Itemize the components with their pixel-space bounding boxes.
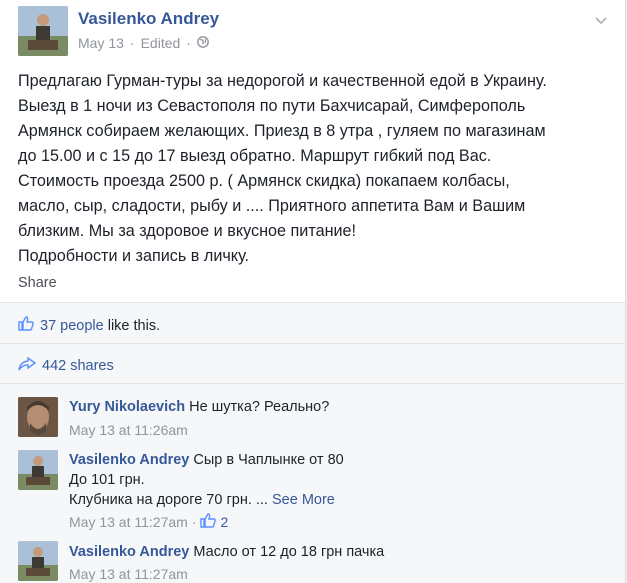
share-button[interactable]: Share — [18, 275, 57, 291]
feedback-panel — [0, 303, 625, 583]
comment-avatar[interactable] — [18, 450, 58, 490]
chevron-down-icon[interactable] — [595, 12, 607, 28]
share-arrow-icon — [18, 356, 37, 375]
comment-time[interactable]: May 13 at 11:27am — [69, 566, 188, 582]
author-avatar[interactable] — [18, 6, 68, 56]
comment-timestamp[interactable]: May 13 at 11:26am — [69, 422, 188, 438]
post-date[interactable]: May 13 — [78, 35, 124, 51]
comment-text: Vasilenko Andrey Масло от 12 до 18 грн п… — [69, 542, 384, 562]
meta-separator: · — [191, 514, 197, 530]
comment-time[interactable]: May 13 at 11:27am — [69, 514, 188, 530]
comment-author[interactable]: Vasilenko Andrey — [69, 544, 189, 560]
post-body: Предлагаю Гурман-туры за недорогой и кач… — [18, 69, 618, 269]
comment-body: Масло от 12 до 18 грн пачка — [193, 544, 385, 560]
likes-count-link[interactable]: 37 people — [40, 318, 104, 334]
post-author-name[interactable]: Vasilenko Andrey — [78, 9, 219, 29]
comment-body: До 101 грн. — [69, 472, 145, 488]
post-text-line: Выезд в 1 ночи из Севастополя по пути Ба… — [18, 97, 526, 115]
comment-body: Не шутка? Реально? — [189, 399, 330, 415]
see-more-link[interactable]: See More — [272, 492, 335, 508]
comment-timestamp[interactable]: May 13 at 11:27am — [69, 566, 188, 582]
comment-author[interactable]: Yury Nikolaevich — [69, 399, 185, 415]
comment-avatar[interactable] — [18, 541, 58, 581]
comment-body: Сыр в Чаплынке от 80 — [193, 452, 344, 468]
divider — [0, 383, 625, 384]
comment-like-icon[interactable] — [200, 513, 217, 531]
likes-suffix: like this. — [103, 317, 161, 334]
post-text-line: близким. Мы за здоровое и вкусное питани… — [18, 222, 357, 240]
thumbs-up-icon — [18, 316, 34, 335]
globe-icon[interactable] — [197, 35, 209, 51]
post-text-line: до 15.00 и с 15 до 17 выезд обратно. Мар… — [18, 147, 492, 165]
post-card: Vasilenko Andrey May 13 · Edited · Предл… — [0, 0, 626, 583]
post-text-line: Стоимость проезда 2500 р. ( Армянск скид… — [18, 172, 510, 190]
post-meta: May 13 · Edited · — [78, 35, 209, 51]
meta-separator-2: · — [186, 35, 191, 51]
post-text-line: Предлагаю Гурман-туры за недорогой и кач… — [18, 72, 547, 90]
post-text-line: Подробности и запись в личку. — [18, 247, 250, 265]
meta-separator: · — [129, 35, 135, 51]
shares-count[interactable]: 442 shares — [42, 358, 114, 374]
comment-text: Yury Nikolaevich Не шутка? Реально? — [69, 397, 329, 417]
comment-body: Клубника на дороге 70 грн. ... — [69, 492, 268, 508]
comment-text: Vasilenko Andrey Сыр в Чаплынке от 80 До… — [69, 450, 344, 510]
comment-timestamp: May 13 at 11:27am · 2 — [69, 513, 228, 531]
comment-like-count[interactable]: 2 — [220, 514, 228, 530]
comment-author[interactable]: Vasilenko Andrey — [69, 452, 189, 468]
comment-avatar[interactable] — [18, 397, 58, 437]
divider — [0, 302, 625, 303]
post-text-line: масло, сыр, сладости, рыбу и .... Приятн… — [18, 197, 526, 215]
likes-summary: 37 people like this. — [18, 316, 160, 335]
post-text-line: Армянск собираем желающих. Приезд в 8 ут… — [18, 122, 546, 140]
comment-time[interactable]: May 13 at 11:26am — [69, 422, 188, 438]
shares-summary[interactable]: 442 shares — [18, 356, 114, 375]
divider — [0, 343, 625, 344]
post-edited[interactable]: Edited — [141, 35, 181, 51]
